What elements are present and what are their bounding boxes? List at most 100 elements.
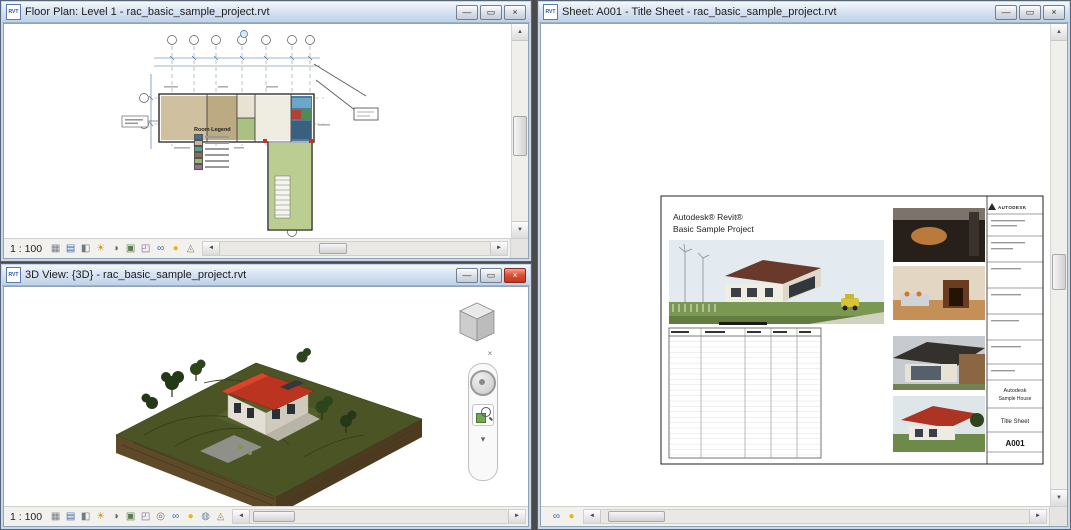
crop-view-icon[interactable]: ▣ <box>123 509 138 524</box>
analytical-model-icon[interactable]: ◬ <box>183 241 198 256</box>
steering-wheel-icon[interactable] <box>470 370 496 396</box>
crop-region-visibility-icon[interactable]: ◰ <box>138 509 153 524</box>
close-button[interactable]: × <box>504 4 526 20</box>
maximize-button[interactable]: ▭ <box>480 267 502 283</box>
rendering-warm-interior <box>893 266 985 320</box>
visual-style-icon[interactable]: ◧ <box>78 509 93 524</box>
3d-view-titlebar[interactable]: RVT 3D View: {3D} - rac_basic_sample_pro… <box>2 265 530 286</box>
reveal-hidden-elements-icon[interactable]: ● <box>183 509 198 524</box>
viewcube-graphic <box>459 302 495 342</box>
floor-plan-window: RVT Floor Plan: Level 1 - rac_basic_samp… <box>0 0 532 262</box>
floor-plan-drawing[interactable] <box>4 24 513 240</box>
section-callout <box>313 63 379 121</box>
horizontal-scroll-thumb[interactable] <box>319 243 348 254</box>
sun-path-icon[interactable]: ☀ <box>93 509 108 524</box>
horizontal-scroll-thumb[interactable] <box>608 511 665 522</box>
autodesk-brand-text: AUTODESK <box>998 205 1027 210</box>
floor-plan-window-title: Floor Plan: Level 1 - rac_basic_sample_p… <box>25 6 270 18</box>
3d-view-drawing[interactable] <box>4 287 529 508</box>
magnifier-icon <box>481 407 491 417</box>
navbar-expand-chevron[interactable]: ▾ <box>481 434 486 444</box>
unlocked-view-icon[interactable]: ◎ <box>153 509 168 524</box>
horizontal-scroll-thumb[interactable] <box>253 511 296 522</box>
temporary-hide-isolate-icon[interactable]: ∞ <box>168 509 183 524</box>
reveal-hidden-elements-icon[interactable]: ● <box>564 509 579 524</box>
mdi-workspace: RVT Floor Plan: Level 1 - rac_basic_samp… <box>0 0 1071 530</box>
level-tag <box>121 115 159 128</box>
sheet-page: Autodesk® Revit® Basic Sample Project AU… <box>660 195 1044 465</box>
rendering-dark-interior <box>893 208 985 262</box>
sheet-client: Autodesk® Revit® Basic Sample Project AU… <box>540 23 1068 527</box>
crop-region-visibility-icon[interactable]: ◰ <box>138 241 153 256</box>
navigation-bar[interactable]: ▾ <box>468 363 498 481</box>
show-rendering-dialog-icon[interactable]: ▦ <box>48 509 63 524</box>
sheet-heading-line1: Autodesk® Revit® <box>673 212 743 222</box>
navbar-close-icon[interactable]: × <box>484 349 496 359</box>
sun-path-icon[interactable]: ☀ <box>93 241 108 256</box>
temporary-hide-isolate-icon[interactable]: ∞ <box>549 509 564 524</box>
main-rendering <box>669 240 884 324</box>
minimize-button[interactable]: — <box>456 4 478 20</box>
floor-plan-client: Room Legend ▲ ▼ 1 : 100 ▦ ▤ ◧ ☀ ◑ ▣ ◰ ∞ ● ◬ ◄ ► <box>3 23 529 259</box>
sheet-schedule <box>668 322 822 459</box>
view-control-bar: 1 : 100 ▦ ▤ ◧ ☀ ◑ ▣ ◰ ◎ ∞ ● ◍ ◬ ◄ ► <box>4 506 528 526</box>
reveal-hidden-elements-icon[interactable]: ● <box>168 241 183 256</box>
scroll-left-arrow[interactable]: ◄ <box>584 510 601 523</box>
room-legend: Room Legend <box>194 127 252 171</box>
maximize-button[interactable]: ▭ <box>1019 4 1041 20</box>
viewcube[interactable] <box>454 299 500 347</box>
3d-view-window: RVT 3D View: {3D} - rac_basic_sample_pro… <box>0 263 532 530</box>
horizontal-scrollbar[interactable]: ◄ ► <box>583 509 1047 524</box>
legend-item <box>194 163 252 171</box>
vertical-scrollbar[interactable]: ▲ ▼ <box>511 24 528 238</box>
shadows-icon[interactable]: ◑ <box>108 241 123 256</box>
sheet-titlebar[interactable]: RVT Sheet: A001 - Title Sheet - rac_basi… <box>539 2 1069 23</box>
minimize-button[interactable]: — <box>456 267 478 283</box>
3d-view-window-title: 3D View: {3D} - rac_basic_sample_project… <box>25 269 247 281</box>
show-rendering-dialog-icon[interactable]: ▦ <box>48 241 63 256</box>
scroll-left-arrow[interactable]: ◄ <box>233 510 251 523</box>
maximize-button[interactable]: ▭ <box>480 4 502 20</box>
horizontal-scrollbar[interactable]: ◄ ► <box>202 241 508 256</box>
scale-indicator[interactable]: 1 : 100 <box>8 511 48 523</box>
floor-plan-titlebar[interactable]: RVT Floor Plan: Level 1 - rac_basic_samp… <box>2 2 530 23</box>
view-control-bar: 1 : 100 ▦ ▤ ◧ ☀ ◑ ▣ ◰ ∞ ● ◬ ◄ ► <box>4 238 528 258</box>
detail-level-icon[interactable]: ▤ <box>63 509 78 524</box>
scroll-right-arrow[interactable]: ► <box>1029 510 1046 523</box>
temporary-hide-isolate-icon[interactable]: ∞ <box>153 241 168 256</box>
scale-indicator[interactable]: 1 : 100 <box>8 243 48 255</box>
sheet-heading-line2: Basic Sample Project <box>673 224 754 234</box>
vertical-scroll-thumb[interactable] <box>513 116 527 156</box>
room-legend-title: Room Legend <box>194 127 231 133</box>
shadows-icon[interactable]: ◑ <box>108 509 123 524</box>
vertical-scrollbar[interactable]: ▲ ▼ <box>1050 24 1067 506</box>
scroll-right-arrow[interactable]: ► <box>508 510 525 523</box>
close-button[interactable]: × <box>504 267 526 283</box>
scroll-up-arrow[interactable]: ▲ <box>1051 24 1067 41</box>
vertical-scroll-thumb[interactable] <box>1052 254 1066 290</box>
scroll-left-arrow[interactable]: ◄ <box>203 242 221 255</box>
rvt-file-icon: RVT <box>6 267 21 283</box>
titleblock-sheet-name: Title Sheet <box>1001 419 1030 425</box>
sheet-drawing[interactable]: Autodesk® Revit® Basic Sample Project AU… <box>541 24 1052 508</box>
minimize-button[interactable]: — <box>995 4 1017 20</box>
crop-view-icon[interactable]: ▣ <box>123 241 138 256</box>
rvt-file-icon: RVT <box>543 4 558 20</box>
worksharing-display-icon[interactable]: ◍ <box>198 509 213 524</box>
scroll-down-arrow[interactable]: ▼ <box>1051 489 1067 506</box>
visual-style-icon[interactable]: ◧ <box>78 241 93 256</box>
zoom-tool[interactable] <box>472 404 494 426</box>
rendering-exterior-red-roof <box>893 396 985 452</box>
resize-grip[interactable] <box>1049 507 1067 526</box>
detail-level-icon[interactable]: ▤ <box>63 241 78 256</box>
titleblock-project: Autodesk <box>1004 388 1027 394</box>
rvt-file-icon: RVT <box>6 4 21 20</box>
titleblock-model: Sample House <box>999 396 1032 402</box>
resize-grip[interactable] <box>510 239 528 258</box>
horizontal-scrollbar[interactable]: ◄ ► <box>232 509 526 524</box>
close-button[interactable]: × <box>1043 4 1065 20</box>
analytical-model-icon[interactable]: ◬ <box>213 509 228 524</box>
scroll-right-arrow[interactable]: ► <box>490 242 507 255</box>
scroll-up-arrow[interactable]: ▲ <box>512 24 528 41</box>
scroll-down-arrow[interactable]: ▼ <box>512 221 528 238</box>
